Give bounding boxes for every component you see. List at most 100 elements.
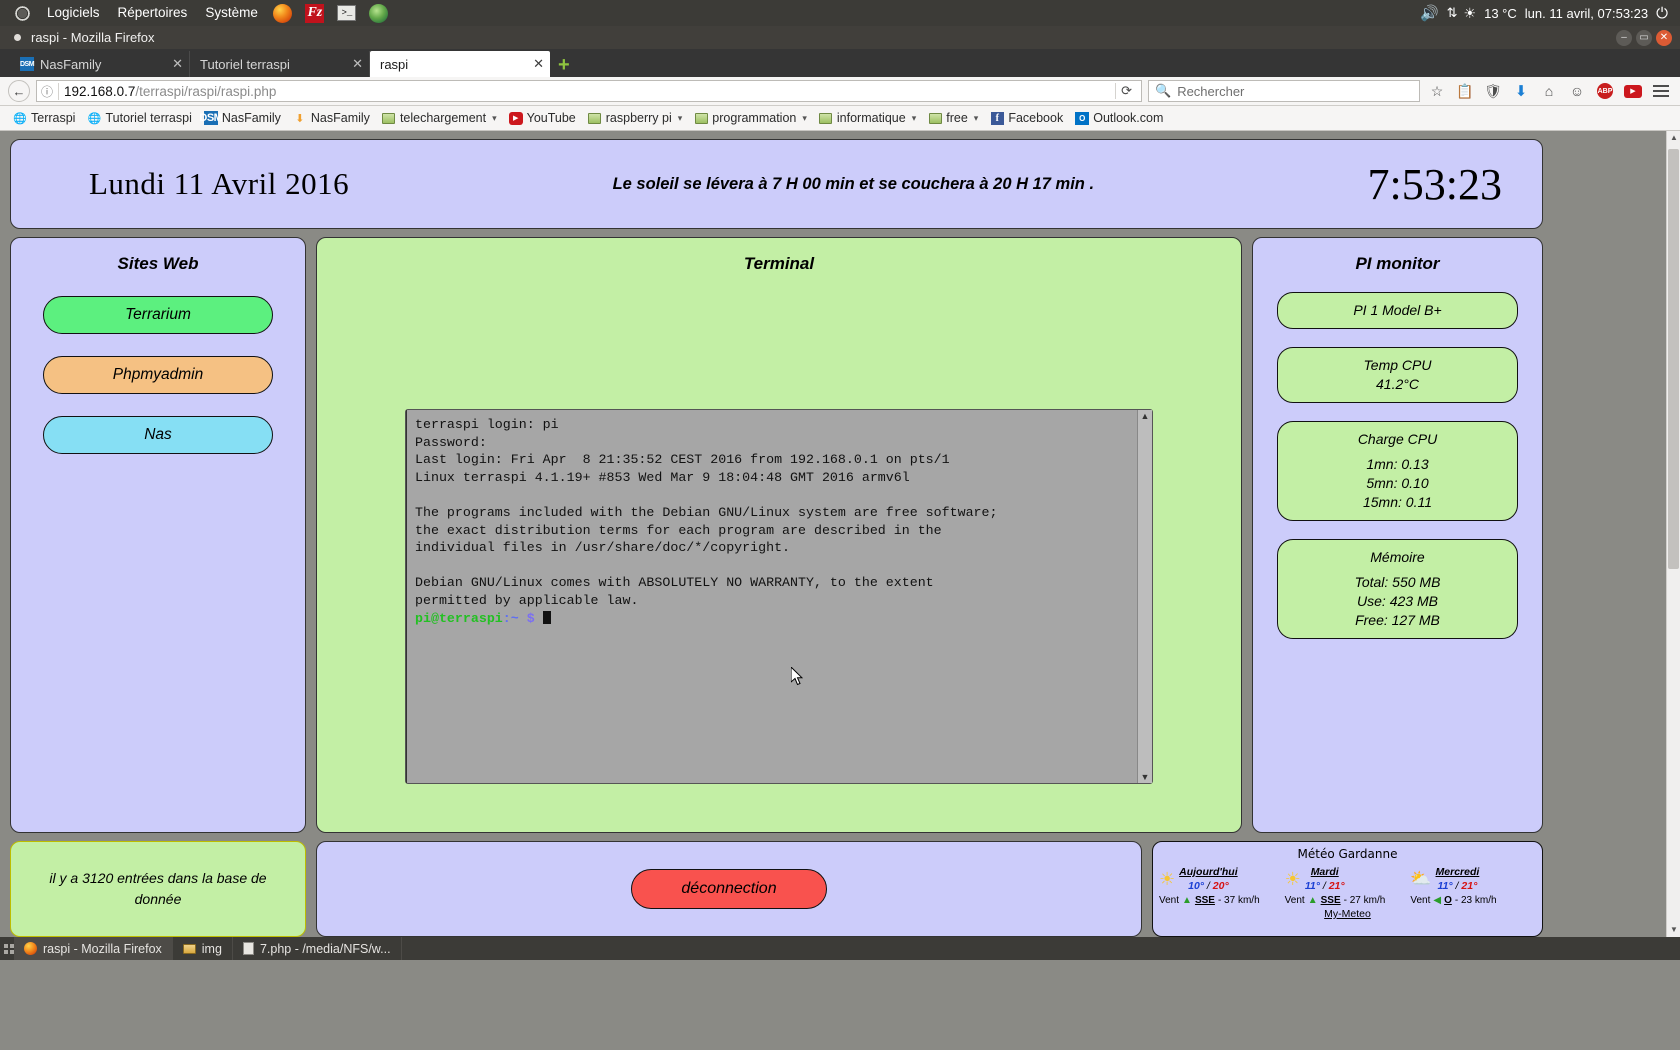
weather-day-name[interactable]: Aujourd'hui <box>1179 865 1237 879</box>
sites-web-title: Sites Web <box>11 254 305 274</box>
bookmark-youtube[interactable]: ▶YouTube <box>504 109 581 127</box>
scroll-down-icon[interactable]: ▼ <box>1141 771 1150 783</box>
weather-day-name[interactable]: Mercredi <box>1436 865 1480 879</box>
weather-day-name[interactable]: Mardi <box>1305 865 1345 879</box>
bookmark-terraspi[interactable]: 🌐Terraspi <box>8 109 80 127</box>
bookmark-telechargement[interactable]: telechargement▾ <box>377 109 502 127</box>
chevron-down-icon: ▾ <box>802 113 807 124</box>
bookmark-programmation[interactable]: programmation ▾ <box>689 109 812 127</box>
url-host: 192.168.0.7 <box>64 84 135 99</box>
tab-close-icon[interactable]: ✕ <box>166 56 183 72</box>
volume-icon[interactable]: 🔊 <box>1420 4 1439 22</box>
search-placeholder: Rechercher <box>1177 84 1244 99</box>
terminal-scrollbar[interactable]: ▲ ▼ <box>1137 410 1152 783</box>
new-tab-button[interactable]: + <box>550 55 578 77</box>
back-button[interactable]: ← <box>8 80 30 102</box>
folder-icon <box>382 111 396 125</box>
tab-nasfamily[interactable]: DSM NasFamily ✕ <box>10 51 190 77</box>
panel-menu-logiciels[interactable]: Logiciels <box>38 0 109 26</box>
bookmark-raspberry-pi[interactable]: raspberry pi▾ <box>583 109 688 127</box>
close-button[interactable]: ✕ <box>1656 30 1672 46</box>
terminal-launcher-icon[interactable]: >_ <box>334 3 360 23</box>
maximize-button[interactable]: ▭ <box>1636 30 1652 46</box>
minimize-button[interactable]: – <box>1616 30 1632 46</box>
search-bar[interactable]: 🔍 Rechercher <box>1148 80 1420 102</box>
wind-direction: O <box>1444 895 1452 906</box>
home-icon[interactable]: ⌂ <box>1538 80 1560 102</box>
network-icon[interactable]: ⇅ <box>1447 5 1456 21</box>
ubuntu-logo-icon[interactable] <box>9 3 35 23</box>
taskbar-item-label: img <box>202 942 222 956</box>
globe-launcher-icon[interactable] <box>366 3 392 23</box>
panel-menu-repertoires[interactable]: Répertoires <box>109 0 197 26</box>
terminal-output-box[interactable]: terraspi login: pi Password: Last login:… <box>405 409 1153 784</box>
weather-low: 11° <box>1438 880 1453 892</box>
firefox-launcher-icon[interactable] <box>270 3 296 23</box>
weather-title: Météo Gardanne <box>1153 847 1542 861</box>
pi-monitor-panel: PI monitor PI 1 Model B+ Temp CPU 41.2°C… <box>1252 237 1543 833</box>
hamburger-menu-icon[interactable] <box>1650 80 1672 102</box>
taskbar-item-7php[interactable]: 7.php - /media/NFS/w... <box>233 937 402 960</box>
page-scrollbar[interactable]: ▲ ▼ <box>1666 131 1680 937</box>
window-menu-dot-icon <box>14 34 21 41</box>
monitor-temp-title: Temp CPU <box>1278 356 1517 375</box>
tab-close-icon[interactable]: ✕ <box>527 56 544 72</box>
terminal-cursor <box>543 611 551 624</box>
weather-low: 11° <box>1305 880 1320 892</box>
site-button-phpmyadmin[interactable]: Phpmyadmin <box>43 356 273 394</box>
site-button-nas[interactable]: Nas <box>43 416 273 454</box>
taskbar-item-firefox[interactable]: raspi - Mozilla Firefox <box>14 937 173 960</box>
globe-icon: 🌐 <box>87 111 101 125</box>
monitor-load-15mn: 15mn: 0.11 <box>1278 493 1517 512</box>
reload-icon[interactable]: ⟳ <box>1115 83 1137 99</box>
bookmark-tutoriel-terraspi[interactable]: 🌐Tutoriel terraspi <box>82 109 196 127</box>
site-info-icon[interactable]: ⓘ <box>41 83 59 100</box>
power-icon[interactable]: ⏻ <box>1656 5 1668 22</box>
shield-icon[interactable]: 🛡 <box>1482 80 1504 102</box>
tab-close-icon[interactable]: ✕ <box>346 56 363 72</box>
download-icon[interactable]: ⬇ <box>1510 80 1532 102</box>
bookmark-nasfamily-dl[interactable]: ⬇NasFamily <box>288 109 375 127</box>
logout-panel: déconnection <box>316 841 1142 937</box>
url-bar[interactable]: ⓘ 192.168.0.7/terraspi/raspi/raspi.php ⟳ <box>36 80 1142 102</box>
site-button-terrarium[interactable]: Terrarium <box>43 296 273 334</box>
reader-icon[interactable]: 📋 <box>1454 80 1476 102</box>
star-icon[interactable]: ☆ <box>1426 80 1448 102</box>
monitor-mem-free: Free: 127 MB <box>1278 611 1517 630</box>
panel-menu-systeme[interactable]: Système <box>196 0 267 26</box>
bookmark-label: programmation <box>712 111 796 125</box>
tab-raspi[interactable]: raspi ✕ <box>370 51 550 77</box>
youtube-icon[interactable]: ▶ <box>1622 80 1644 102</box>
bookmark-informatique[interactable]: informatique▾ <box>814 109 921 127</box>
panel-clock[interactable]: lun. 11 avril, 07:53:23 <box>1525 6 1648 21</box>
bookmark-label: Terraspi <box>31 111 75 125</box>
chat-icon[interactable]: ☺ <box>1566 80 1588 102</box>
bookmark-label: telechargement <box>400 111 486 125</box>
page-scroll-down-icon[interactable]: ▼ <box>1667 923 1680 937</box>
desktop-top-panel: Logiciels Répertoires Système Fz >_ 🔊 ⇅ … <box>0 0 1680 26</box>
weather-sun-icon[interactable]: ☀ <box>1464 5 1477 22</box>
page-scroll-thumb[interactable] <box>1668 149 1679 569</box>
bookmark-outlook[interactable]: OOutlook.com <box>1070 109 1168 127</box>
scroll-up-icon[interactable]: ▲ <box>1141 410 1150 422</box>
url-text: 192.168.0.7/terraspi/raspi/raspi.php <box>64 84 276 99</box>
bookmark-free[interactable]: free▾ <box>923 109 983 127</box>
download-icon: ⬇ <box>293 111 307 125</box>
tab-tutoriel-terraspi[interactable]: Tutoriel terraspi ✕ <box>190 51 370 77</box>
monitor-card-load: Charge CPU 1mn: 0.13 5mn: 0.10 15mn: 0.1… <box>1277 421 1518 521</box>
bookmark-facebook[interactable]: fFacebook <box>985 109 1068 127</box>
page-scroll-up-icon[interactable]: ▲ <box>1667 131 1680 145</box>
terminal-title: Terminal <box>317 254 1241 274</box>
folder-icon <box>183 944 196 954</box>
workspace-switcher-icon[interactable] <box>4 944 14 954</box>
logout-button[interactable]: déconnection <box>631 869 827 909</box>
filezilla-launcher-icon[interactable]: Fz <box>302 3 328 23</box>
taskbar-item-img[interactable]: img <box>173 937 233 960</box>
terminal-prompt-user: pi@terraspi <box>415 611 503 626</box>
bookmark-nasfamily-dsm[interactable]: DSMNasFamily <box>199 109 286 127</box>
weather-source-link[interactable]: My-Meteo <box>1153 908 1542 920</box>
weather-temperature[interactable]: 13 °C <box>1484 6 1517 21</box>
sun-cloud-icon: ⛅ <box>1410 869 1431 889</box>
monitor-mem-use: Use: 423 MB <box>1278 592 1517 611</box>
adblock-icon[interactable]: ABP <box>1594 80 1616 102</box>
